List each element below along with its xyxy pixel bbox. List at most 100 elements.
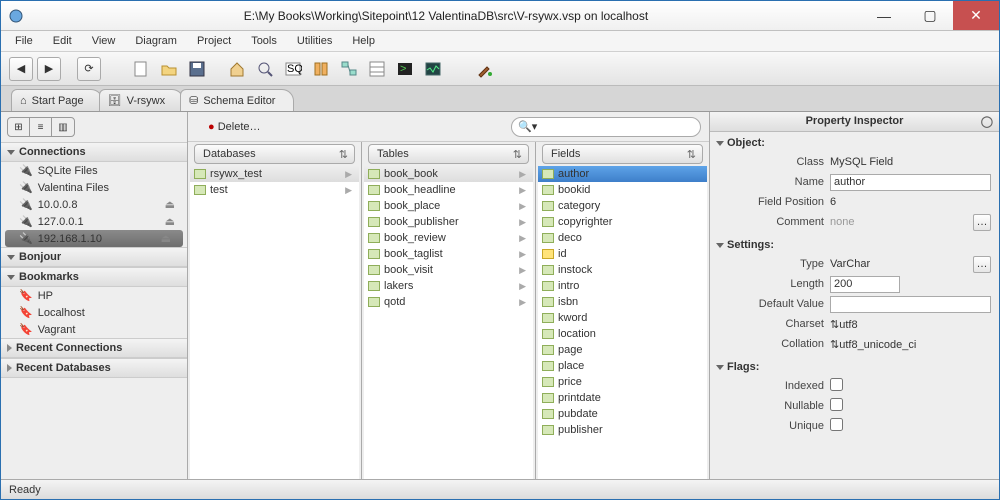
eject-icon[interactable]: ⏏ (165, 198, 183, 211)
home-icon[interactable] (225, 57, 249, 81)
menu-help[interactable]: Help (344, 33, 383, 49)
monitor-icon[interactable] (421, 57, 445, 81)
list-item[interactable]: rsywx_test▶ (190, 166, 359, 182)
diagram-icon[interactable] (337, 57, 361, 81)
name-input[interactable] (830, 174, 991, 191)
settings-group-header[interactable]: Settings: (710, 236, 999, 254)
menu-view[interactable]: View (84, 33, 124, 49)
field-icon (542, 185, 554, 195)
save-icon[interactable] (185, 57, 209, 81)
close-button[interactable]: ✕ (953, 1, 999, 30)
connection-item[interactable]: 🔌10.0.0.8⏏ (1, 196, 187, 213)
eject-icon[interactable]: ⏏ (161, 232, 179, 245)
maximize-button[interactable]: ▢ (907, 1, 953, 30)
connection-item[interactable]: 🔌192.168.1.10⏏ (5, 230, 183, 247)
list-item[interactable]: publisher (538, 422, 707, 438)
list-item[interactable]: location (538, 326, 707, 342)
grid-icon[interactable] (365, 57, 389, 81)
bookmark-item[interactable]: 🔖Localhost (1, 304, 187, 321)
list-item[interactable]: page (538, 342, 707, 358)
bonjour-header[interactable]: Bonjour (1, 247, 187, 267)
list-item[interactable]: place (538, 358, 707, 374)
menu-file[interactable]: File (7, 33, 41, 49)
list-item[interactable]: book_taglist▶ (364, 246, 533, 262)
list-item[interactable]: copyrighter (538, 214, 707, 230)
list-item[interactable]: intro (538, 278, 707, 294)
menu-edit[interactable]: Edit (45, 33, 80, 49)
type-ellipsis-button[interactable]: … (973, 256, 991, 273)
nav-back-button[interactable]: ◀ (9, 57, 33, 81)
collation-value[interactable]: ⇅utf8_unicode_ci (830, 338, 991, 351)
recent-db-header[interactable]: Recent Databases (1, 358, 187, 378)
menu-utilities[interactable]: Utilities (289, 33, 340, 49)
connection-item[interactable]: 🔌127.0.0.1⏏ (1, 213, 187, 230)
plug-icon: 🔌 (19, 164, 33, 177)
nav-fwd-button[interactable]: ▶ (37, 57, 61, 81)
schema-icon[interactable] (309, 57, 333, 81)
list-item[interactable]: kword (538, 310, 707, 326)
tab-vrsywx[interactable]: 🗄V-rsywx (99, 89, 184, 111)
app-logo (1, 1, 31, 31)
list-item[interactable]: lakers▶ (364, 278, 533, 294)
tab-start-page[interactable]: ⌂Start Page (11, 89, 103, 111)
connection-item[interactable]: 🔌Valentina Files (1, 179, 187, 196)
open-icon[interactable] (157, 57, 181, 81)
list-item[interactable]: book_review▶ (364, 230, 533, 246)
list-item[interactable]: author (538, 166, 707, 182)
delete-button[interactable]: ● Delete… (208, 121, 261, 133)
tab-schema-editor[interactable]: ⛁Schema Editor (180, 89, 294, 111)
minimize-button[interactable]: — (861, 1, 907, 30)
recent-conn-header[interactable]: Recent Connections (1, 338, 187, 358)
menu-diagram[interactable]: Diagram (127, 33, 185, 49)
list-item[interactable]: qotd▶ (364, 294, 533, 310)
list-item[interactable]: category (538, 198, 707, 214)
sql-icon[interactable]: SQL (281, 57, 305, 81)
list-item[interactable]: bookid (538, 182, 707, 198)
connection-item[interactable]: 🔌SQLite Files (1, 162, 187, 179)
list-item[interactable]: book_publisher▶ (364, 214, 533, 230)
default-input[interactable] (830, 296, 991, 313)
length-input[interactable] (830, 276, 900, 293)
tables-header[interactable]: Tables⇅ (368, 144, 529, 164)
menu-project[interactable]: Project (189, 33, 239, 49)
list-item[interactable]: book_place▶ (364, 198, 533, 214)
list-item[interactable]: price (538, 374, 707, 390)
fields-header[interactable]: Fields⇅ (542, 144, 703, 164)
list-item[interactable]: book_book▶ (364, 166, 533, 182)
bookmark-item[interactable]: 🔖HP (1, 287, 187, 304)
charset-value[interactable]: ⇅utf8 (830, 318, 991, 331)
connections-header[interactable]: Connections (1, 142, 187, 162)
list-item[interactable]: test▶ (190, 182, 359, 198)
new-icon[interactable] (129, 57, 153, 81)
eject-icon[interactable]: ⏏ (165, 215, 183, 228)
field-icon (542, 329, 554, 339)
fieldpos-value: 6 (830, 196, 991, 208)
terminal-icon[interactable]: > (393, 57, 417, 81)
databases-header[interactable]: Databases⇅ (194, 144, 355, 164)
nullable-checkbox[interactable] (830, 398, 843, 411)
refresh-button[interactable]: ⟳ (77, 57, 101, 81)
comment-ellipsis-button[interactable]: … (973, 214, 991, 231)
list-item[interactable]: pubdate (538, 406, 707, 422)
bookmarks-header[interactable]: Bookmarks (1, 267, 187, 287)
list-item[interactable]: deco (538, 230, 707, 246)
list-item[interactable]: book_visit▶ (364, 262, 533, 278)
brush-icon[interactable] (473, 57, 497, 81)
flags-group-header[interactable]: Flags: (710, 358, 999, 376)
search-box[interactable]: 🔍▾ (511, 117, 701, 137)
search-globe-icon[interactable] (253, 57, 277, 81)
menu-tools[interactable]: Tools (243, 33, 285, 49)
list-item[interactable]: id (538, 246, 707, 262)
indexed-checkbox[interactable] (830, 378, 843, 391)
unique-checkbox[interactable] (830, 418, 843, 431)
gear-icon[interactable]: ◯ (981, 115, 993, 128)
field-icon (368, 169, 380, 179)
search-input[interactable] (541, 121, 694, 133)
list-item[interactable]: isbn (538, 294, 707, 310)
list-item[interactable]: book_headline▶ (364, 182, 533, 198)
view-mode-segment[interactable]: ⊞≡▥ (7, 117, 75, 137)
list-item[interactable]: instock (538, 262, 707, 278)
object-group-header[interactable]: Object: (710, 134, 999, 152)
list-item[interactable]: printdate (538, 390, 707, 406)
bookmark-item[interactable]: 🔖Vagrant (1, 321, 187, 338)
